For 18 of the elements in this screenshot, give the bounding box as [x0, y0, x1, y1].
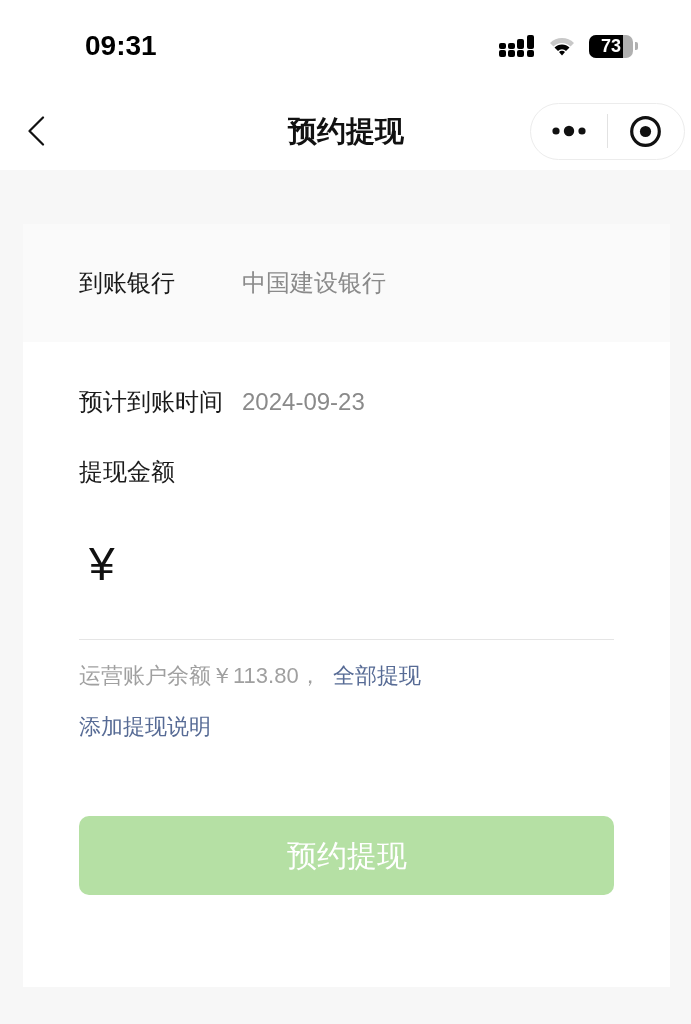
- back-icon[interactable]: [27, 116, 45, 146]
- currency-symbol: ¥: [89, 541, 115, 587]
- bank-label: 到账银行: [79, 268, 176, 298]
- arrival-label: 预计到账时间: [79, 387, 223, 417]
- withdraw-all-link[interactable]: 全部提现: [332, 661, 421, 691]
- arrival-date: 2024-09-23: [242, 387, 365, 417]
- target-icon[interactable]: [630, 115, 662, 147]
- balance-text: 运营账户余额￥113.80，: [79, 662, 321, 690]
- wifi-icon: [549, 36, 575, 56]
- bank-value: 中国建设银行: [242, 268, 386, 298]
- amount-label: 提现金额: [79, 457, 175, 487]
- add-note-link[interactable]: 添加提现说明: [79, 712, 211, 742]
- battery-percentage: 73: [601, 37, 621, 55]
- more-icon[interactable]: [552, 125, 586, 137]
- status-time: 09:31: [85, 32, 157, 60]
- amount-field[interactable]: ¥: [79, 489, 614, 640]
- page-title: 预约提现: [287, 116, 404, 146]
- signal-icon: [499, 35, 534, 57]
